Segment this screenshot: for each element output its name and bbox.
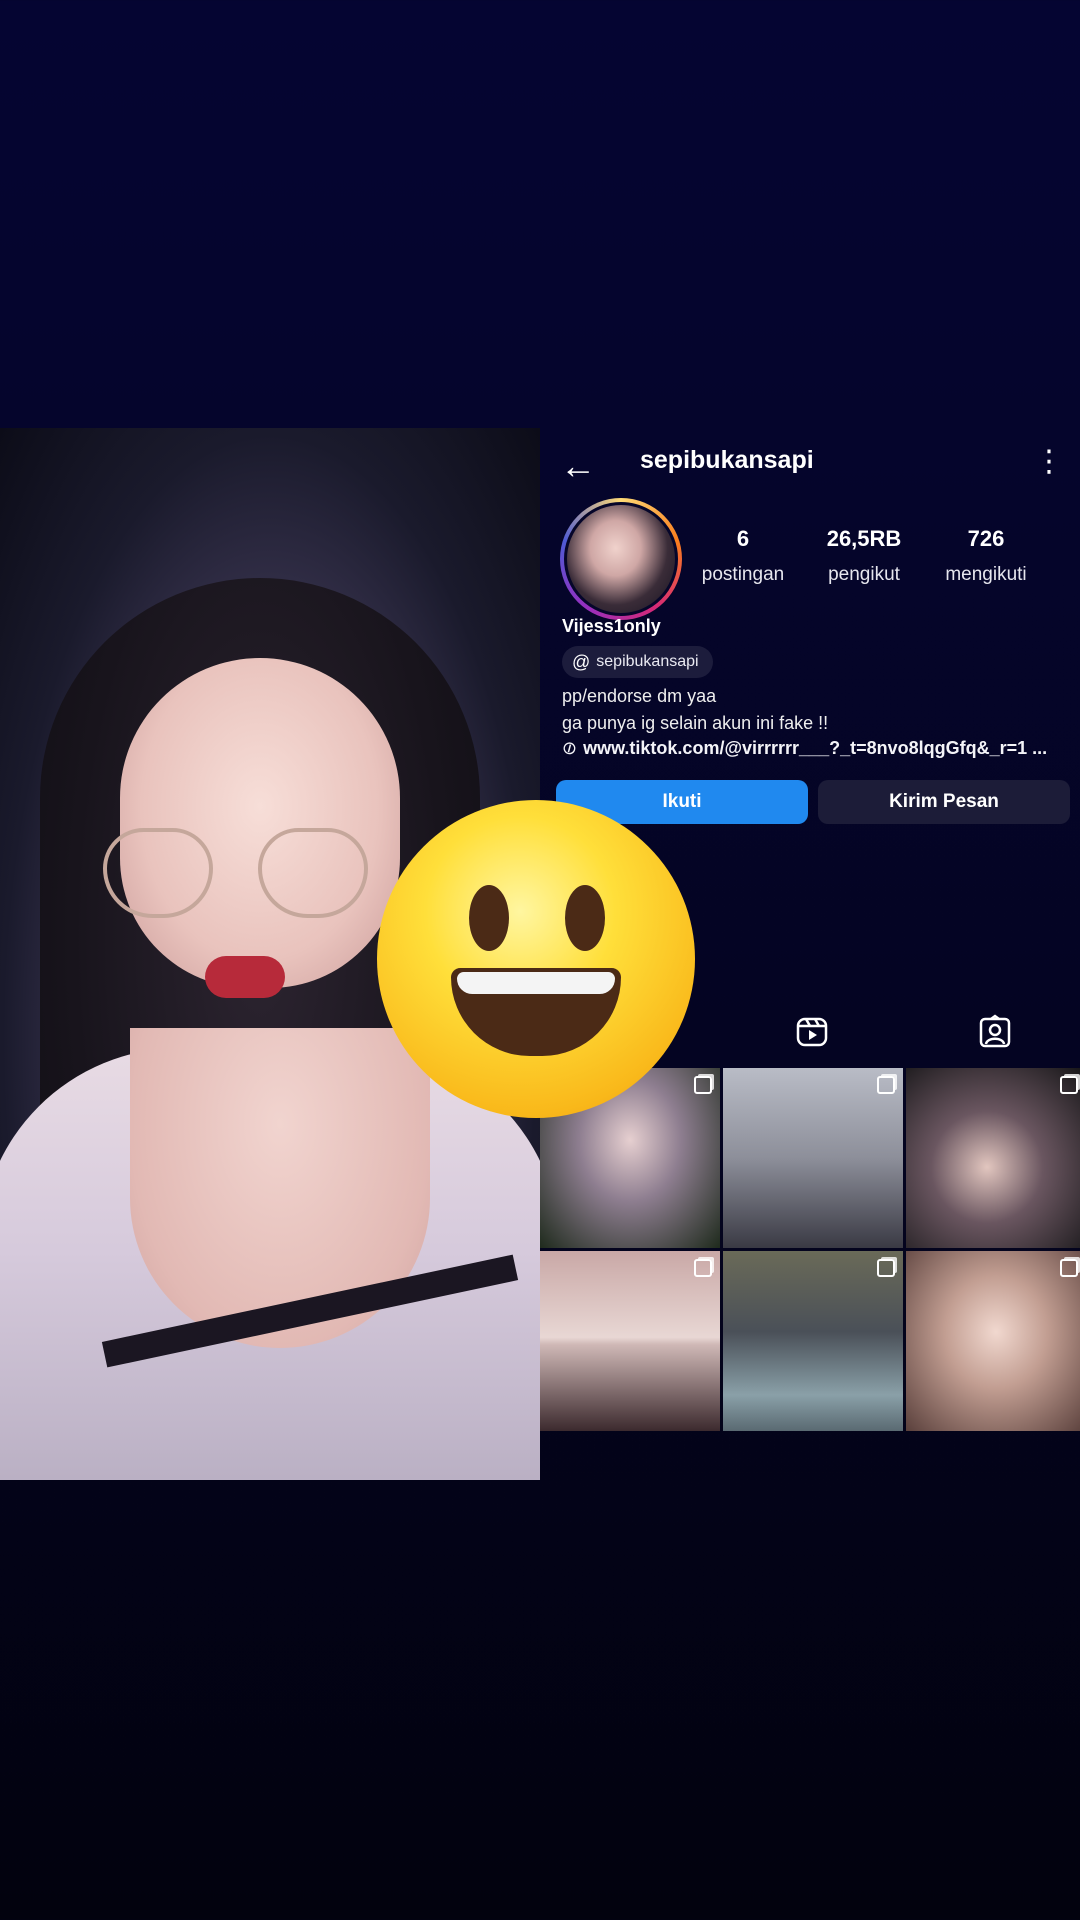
- threads-icon: @: [572, 651, 591, 672]
- glasses-right: [258, 828, 368, 918]
- bio-link-text: www.tiktok.com/@virrrrrr___?_t=8nvo8lqgG…: [583, 738, 1048, 758]
- arrow-left-icon[interactable]: ←: [560, 448, 596, 484]
- stat-posts-value: 6: [736, 526, 750, 551]
- emoji-eye-left: [469, 885, 509, 951]
- stat-posts[interactable]: 6 postingan: [683, 526, 803, 586]
- profile-fullname: Vijess1only: [562, 616, 661, 636]
- multiple-posts-icon: [694, 1259, 712, 1277]
- profile-username: sepibukansapi: [640, 446, 814, 474]
- stat-following[interactable]: 726 mengikuti: [926, 526, 1046, 586]
- bio-link[interactable]: ⊘ www.tiktok.com/@virrrrrr___?_t=8nvo8lqg…: [562, 738, 1072, 759]
- multiple-posts-icon: [877, 1259, 895, 1277]
- bio-line-2: ga punya ig selain akun ini fake !!: [562, 713, 829, 733]
- more-vertical-icon[interactable]: ⋮: [1034, 444, 1064, 480]
- post-tile[interactable]: [906, 1251, 1080, 1431]
- multiple-posts-icon: [1060, 1076, 1078, 1094]
- top-bar: ← sepibukansapi ⋮: [540, 428, 1080, 498]
- multiple-posts-icon: [877, 1076, 895, 1094]
- stat-following-value: 726: [967, 526, 1005, 551]
- post-tile[interactable]: [906, 1068, 1080, 1248]
- photo-face: [120, 658, 400, 988]
- smiley-emoji-icon: [377, 800, 695, 1118]
- message-button[interactable]: Kirim Pesan: [818, 780, 1070, 824]
- threads-handle: sepibukansapi: [596, 653, 699, 670]
- photo-lips: [205, 956, 285, 998]
- post-tile[interactable]: [723, 1068, 903, 1248]
- posts-grid: [540, 1068, 1080, 1431]
- stat-followers[interactable]: 26,5RB pengikut: [804, 526, 924, 586]
- link-icon: ⊘: [562, 738, 581, 759]
- stat-followers-label: pengikut: [828, 564, 900, 585]
- threads-badge[interactable]: @ sepibukansapi: [562, 646, 713, 678]
- post-tile[interactable]: [540, 1251, 720, 1431]
- reels-icon[interactable]: [794, 1014, 830, 1050]
- avatar-image: [564, 502, 678, 616]
- glasses-left: [103, 828, 213, 918]
- emoji-teeth: [457, 972, 615, 994]
- emoji-eye-right: [565, 885, 605, 951]
- stat-followers-value: 26,5RB: [826, 526, 902, 551]
- tagged-icon[interactable]: [977, 1014, 1013, 1050]
- multiple-posts-icon: [694, 1076, 712, 1094]
- avatar[interactable]: [560, 498, 682, 620]
- stat-posts-label: postingan: [701, 564, 785, 585]
- post-tile[interactable]: [723, 1251, 903, 1431]
- bio-line-1: pp/endorse dm yaa: [562, 686, 717, 706]
- multiple-posts-icon: [1060, 1259, 1078, 1277]
- stat-following-label: mengikuti: [945, 564, 1027, 585]
